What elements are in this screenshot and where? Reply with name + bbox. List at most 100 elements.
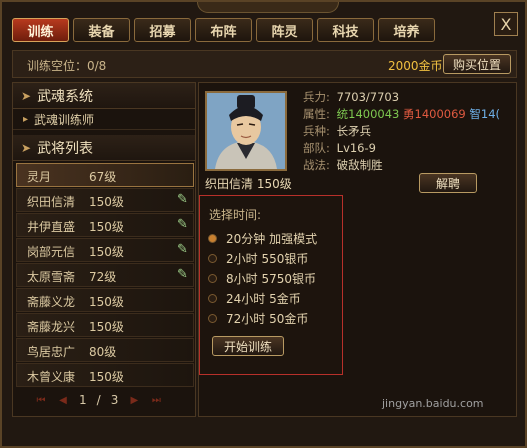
tab-cultivate[interactable]: 培养: [378, 18, 435, 42]
radio-selected-icon[interactable]: [208, 234, 217, 243]
attr-zhi: 智14(: [469, 107, 501, 121]
buy-slot-button[interactable]: 购买位置: [443, 54, 511, 74]
dismiss-button[interactable]: 解聘: [419, 173, 477, 193]
troops-value: 7703/7703: [336, 90, 400, 104]
section-generals[interactable]: ➤ 武将列表: [13, 135, 195, 161]
type-label: 兵种:: [303, 124, 330, 138]
training-slots: 训练空位：0/8: [27, 59, 107, 73]
dept-label: 部队:: [303, 141, 330, 155]
section-wuhun[interactable]: ➤ 武魂系统: [13, 83, 195, 109]
status-bar: 训练空位：0/8 2000金币 购买位置: [12, 50, 517, 78]
pagination: ⏮ ◀ 1 / 3 ▶ ⏭: [35, 393, 162, 407]
general-level: 80级: [89, 345, 117, 359]
general-portrait: [205, 91, 287, 171]
tab-train[interactable]: 训练: [12, 18, 69, 42]
bullet-icon: ▸: [23, 114, 29, 125]
general-row[interactable]: 木曾义康 150级: [16, 363, 194, 387]
tab-equipment[interactable]: 装备: [73, 18, 130, 42]
training-option[interactable]: 2小时 550银币: [208, 250, 308, 267]
start-training-button[interactable]: 开始训练: [212, 336, 284, 356]
pencil-icon[interactable]: ✎: [177, 192, 188, 207]
general-row[interactable]: 织田信清 150级 ✎: [16, 188, 194, 212]
tab-recruit[interactable]: 招募: [134, 18, 191, 42]
attr-label: 属性:: [303, 107, 330, 121]
pencil-icon[interactable]: ✎: [177, 267, 188, 282]
general-name: 斋藤龙兴: [27, 320, 76, 334]
general-list: 灵月 67级 织田信清 150级 ✎ 井伊直盛 150级 ✎ 岗部元信 150级…: [16, 163, 194, 388]
section-wuhun-title: 武魂系统: [37, 88, 94, 105]
tab-tech[interactable]: 科技: [317, 18, 374, 42]
general-name: 木曾义康: [27, 370, 76, 384]
radio-icon[interactable]: [208, 294, 217, 303]
radio-icon[interactable]: [208, 274, 217, 283]
general-row[interactable]: 灵月 67级: [16, 163, 194, 187]
general-row[interactable]: 鸟居忠广 80级: [16, 338, 194, 362]
training-option[interactable]: 72小时 50金币: [208, 310, 308, 327]
radio-icon[interactable]: [208, 254, 217, 263]
general-row[interactable]: 斋藤龙兴 150级: [16, 313, 194, 337]
attr-tong: 统1400043: [336, 107, 400, 121]
general-level: 67级: [89, 170, 117, 184]
training-option[interactable]: 24小时 5金币: [208, 290, 301, 307]
next-page-icon[interactable]: ▶: [128, 394, 140, 406]
general-name: 斋藤义龙: [27, 295, 76, 309]
training-time-panel: 选择时间: 20分钟 加强模式 2小时 550银币 8小时 5750银币 24小…: [199, 195, 343, 375]
page-total: 3: [110, 393, 119, 407]
pencil-icon[interactable]: ✎: [177, 217, 188, 232]
general-level: 150级: [89, 195, 124, 209]
general-row[interactable]: 岗部元信 150级 ✎: [16, 238, 194, 262]
tab-formation[interactable]: 布阵: [195, 18, 252, 42]
training-option-label: 20分钟 加强模式: [226, 232, 318, 246]
tactic-label: 战法:: [303, 158, 330, 172]
training-time-title: 选择时间:: [209, 208, 262, 222]
close-button[interactable]: X: [494, 12, 518, 36]
general-level: 150级: [89, 295, 124, 309]
training-option-label: 24小时 5金币: [226, 292, 301, 306]
attr-yong: 勇1400069: [403, 107, 466, 121]
top-ornament: [197, 2, 339, 13]
section-generals-title: 武将列表: [37, 140, 94, 157]
tactic-value: 破敌制胜: [336, 158, 383, 172]
chevron-right-icon: ➤: [21, 140, 32, 155]
last-page-icon[interactable]: ⏭: [150, 394, 162, 406]
general-level: 150级: [89, 320, 124, 334]
general-name: 织田信清: [27, 195, 76, 209]
training-option-label: 2小时 550银币: [226, 252, 309, 266]
general-row[interactable]: 井伊直盛 150级 ✎: [16, 213, 194, 237]
general-name-level: 织田信清 150级: [205, 177, 292, 191]
general-name: 岗部元信: [27, 245, 76, 259]
training-option[interactable]: 20分钟 加强模式: [208, 230, 317, 247]
first-page-icon[interactable]: ⏮: [35, 394, 47, 406]
general-name: 井伊直盛: [27, 220, 76, 234]
general-name: 灵月: [27, 170, 52, 184]
general-level: 150级: [89, 245, 124, 259]
prev-page-icon[interactable]: ◀: [57, 394, 69, 406]
type-value: 长矛兵: [336, 124, 372, 138]
general-stats: 兵力: 7703/7703 属性: 统1400043 勇1400069 智14(…: [303, 89, 500, 174]
page-separator: /: [96, 393, 101, 407]
main-tabs: 训练 装备 招募 布阵 阵灵 科技 培养: [12, 18, 435, 44]
gold-amount: 2000金币: [388, 59, 443, 73]
general-row[interactable]: 斋藤义龙 150级: [16, 288, 194, 312]
left-panel: ➤ 武魂系统 ▸ 武魂训练师 ➤ 武将列表 灵月 67级 织田信清 150级 ✎…: [12, 82, 196, 417]
wuhun-trainer-item[interactable]: ▸ 武魂训练师: [13, 110, 195, 130]
general-name: 太原雪斋: [27, 270, 76, 284]
training-option-label: 8小时 5750银币: [226, 272, 316, 286]
general-level: 150级: [89, 370, 124, 384]
radio-icon[interactable]: [208, 314, 217, 323]
training-option[interactable]: 8小时 5750银币: [208, 270, 316, 287]
general-level: 72级: [89, 270, 117, 284]
general-name: 鸟居忠广: [27, 345, 76, 359]
portrait-image: [207, 93, 285, 169]
troops-label: 兵力:: [303, 90, 330, 104]
page-current: 1: [79, 393, 87, 407]
training-option-label: 72小时 50金币: [226, 312, 309, 326]
pencil-icon[interactable]: ✎: [177, 242, 188, 257]
wuhun-trainer-label: 武魂训练师: [34, 113, 95, 127]
tab-spirit[interactable]: 阵灵: [256, 18, 313, 42]
watermark: jingyan.baidu.com: [382, 397, 484, 410]
game-window: 训练 装备 招募 布阵 阵灵 科技 培养 X 训练空位：0/8 2000金币 购…: [0, 0, 527, 448]
chevron-right-icon: ➤: [21, 88, 32, 103]
general-row[interactable]: 太原雪斋 72级 ✎: [16, 263, 194, 287]
dept-value: Lv16-9: [336, 141, 376, 155]
